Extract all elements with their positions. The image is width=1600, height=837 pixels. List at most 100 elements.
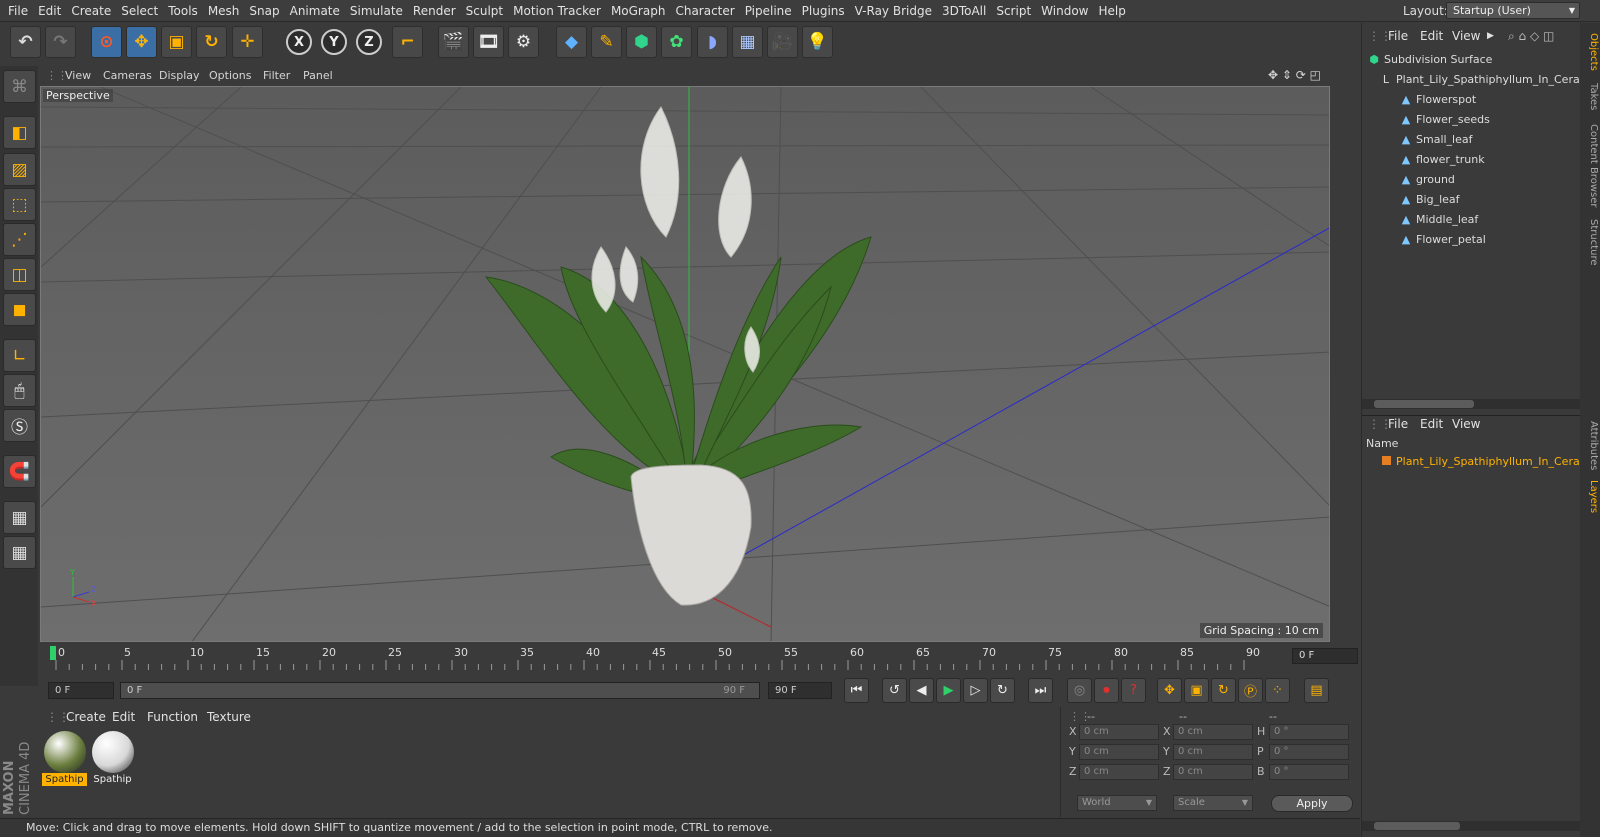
material-swatch[interactable]: Spathip [42,730,87,790]
start-frame-field[interactable]: 0 F [48,682,114,699]
record-position-icon[interactable]: ◎ [1067,678,1092,703]
menu-animate[interactable]: Animate [285,0,345,22]
menu-script[interactable]: Script [991,0,1036,22]
menu-character[interactable]: Character [670,0,739,22]
objects-toolbar-icons[interactable]: ⌕ ⌂ ◇ ◫ [1508,25,1554,47]
menu-simulate[interactable]: Simulate [345,0,408,22]
points-mode-icon[interactable]: ⋰ [3,223,36,256]
tab-takes[interactable]: Takes [1581,79,1599,115]
magnet-icon[interactable]: 🧲 [3,455,36,488]
live-selection-icon[interactable]: ⊙ [91,26,122,58]
viewport-menu-view[interactable]: View [65,66,91,85]
coord-value-field[interactable]: 0 cm [1079,744,1159,760]
apply-button[interactable]: Apply [1271,795,1353,812]
menu-help[interactable]: Help [1093,0,1130,22]
coord-value-field[interactable]: 0 cm [1173,744,1253,760]
camera-icon[interactable]: 🎥 [767,26,798,58]
cloner-icon[interactable]: ✿ [661,26,692,58]
layers-menu-file[interactable]: File [1388,413,1408,435]
objects-scrollbar[interactable] [1362,399,1580,409]
key-parameter-icon[interactable]: Ⓟ [1238,678,1263,703]
object-row-root[interactable]: ⬢ Subdivision Surface [1362,50,1580,70]
layers-scrollbar[interactable] [1362,821,1580,831]
viewport-menu-filter[interactable]: Filter [263,66,290,85]
tab-layers[interactable]: Layers [1581,477,1599,517]
menu-plugins[interactable]: Plugins [797,0,850,22]
object-row-child[interactable]: ▲ Flower_petal [1362,230,1580,250]
move-icon[interactable]: ✥ [126,26,157,58]
locked-workplane-icon[interactable]: ▦ [3,501,36,534]
coord-value-field[interactable]: 0 ° [1269,724,1349,740]
menu-snap[interactable]: Snap [244,0,284,22]
objects-menu-edit[interactable]: Edit [1420,25,1443,47]
autokey-icon[interactable]: ⏺ [1094,678,1119,703]
object-row-child[interactable]: ▲ Middle_leaf [1362,210,1580,230]
object-row-child[interactable]: ▲ Flower_seeds [1362,110,1580,130]
floor-icon[interactable]: ▦ [732,26,763,58]
next-frame-icon[interactable]: ▷ [963,678,988,703]
previous-frame-icon[interactable]: ◀ [909,678,934,703]
cube-icon[interactable]: ◆ [556,26,587,58]
redo-icon[interactable]: ↷ [45,26,76,58]
key-pla-icon[interactable]: ⁘ [1265,678,1290,703]
workplane-icon[interactable]: ⬚ [3,188,36,221]
object-row-child[interactable]: ▲ ground [1362,170,1580,190]
menu-sculpt[interactable]: Sculpt [461,0,508,22]
pen-icon[interactable]: ✎ [591,26,622,58]
object-row-child[interactable]: ▲ Flowerspot [1362,90,1580,110]
tab-content-browser[interactable]: Content Browser [1581,121,1599,211]
material-menu-function[interactable]: Function [147,707,198,727]
tab-attributes[interactable]: Attributes [1581,418,1599,473]
model-mode-icon[interactable]: ◧ [3,116,36,149]
planar-workplane-icon[interactable]: ▦ [3,536,36,569]
material-swatch[interactable]: Spathip [90,730,135,790]
material-menu-create[interactable]: Create [66,707,106,727]
coord-mode-world[interactable]: World ▼ [1077,795,1157,811]
timeline-ruler[interactable]: 0 5 10 15 20 25 30 35 40 45 50 55 60 65 70 75 80 85 90 0 F [40,644,1358,674]
snapping-icon[interactable]: Ⓢ [3,409,36,442]
edit-render-settings-icon[interactable]: ⚙ [508,26,539,58]
playhead[interactable] [50,646,56,660]
tab-objects[interactable]: Objects [1581,29,1599,75]
coord-mode-scale[interactable]: Scale ▼ [1173,795,1253,811]
viewport-menu-options[interactable]: Options [209,66,251,85]
menu-file[interactable]: File [3,0,33,22]
material-menu-texture[interactable]: Texture [207,707,251,727]
layers-menu-edit[interactable]: Edit [1420,413,1443,435]
key-rotation-icon[interactable]: ↻ [1211,678,1236,703]
menu-motion-tracker[interactable]: Motion Tracker [508,0,606,22]
layer-row[interactable]: Plant_Lily_Spathiphyllum_In_Cerar [1362,453,1580,471]
timeline-window-icon[interactable]: ▤ [1304,678,1329,703]
viewport-nav-icons[interactable]: ✥ ⇕ ⟳ ◰ [1268,66,1321,85]
menu-3dtoall[interactable]: 3DToAll [937,0,991,22]
menu-window[interactable]: Window [1036,0,1093,22]
menu-edit[interactable]: Edit [33,0,66,22]
viewport-menu-cameras[interactable]: Cameras [103,66,152,85]
texture-mode-icon[interactable]: ▨ [3,153,36,186]
tab-structure[interactable]: Structure [1581,217,1599,267]
coord-value-field[interactable]: 0 cm [1173,764,1253,780]
menu-select[interactable]: Select [116,0,163,22]
layers-menu-view[interactable]: View [1452,413,1480,435]
make-editable-icon[interactable]: ⌘ [3,70,36,103]
key-scale-icon[interactable]: ▣ [1184,678,1209,703]
subdivision-icon[interactable]: ⬢ [626,26,657,58]
menu-tools[interactable]: Tools [163,0,203,22]
polygons-mode-icon[interactable]: ◼ [3,293,36,326]
object-row-child[interactable]: ▲ Small_leaf [1362,130,1580,150]
go-to-end-icon[interactable]: ⏭ [1028,678,1053,703]
menu-mesh[interactable]: Mesh [203,0,245,22]
layout-dropdown[interactable]: Startup (User) ▼ [1446,2,1580,19]
viewport-menu-panel[interactable]: Panel [303,66,333,85]
coord-value-field[interactable]: 0 cm [1173,724,1253,740]
y-axis-icon[interactable]: Y [321,29,347,55]
tweak-mode-icon[interactable]: 🖱 [3,374,36,407]
menu-create[interactable]: Create [66,0,116,22]
previous-key-icon[interactable]: ↺ [882,678,907,703]
current-frame-field[interactable]: 0 F [1292,648,1358,664]
coordinate-system-icon[interactable]: ⌐ [392,26,423,58]
x-axis-icon[interactable]: X [286,29,312,55]
objects-menu-view[interactable]: View [1452,25,1480,47]
rotate-icon[interactable]: ↻ [196,26,227,58]
menu-mograph[interactable]: MoGraph [606,0,671,22]
